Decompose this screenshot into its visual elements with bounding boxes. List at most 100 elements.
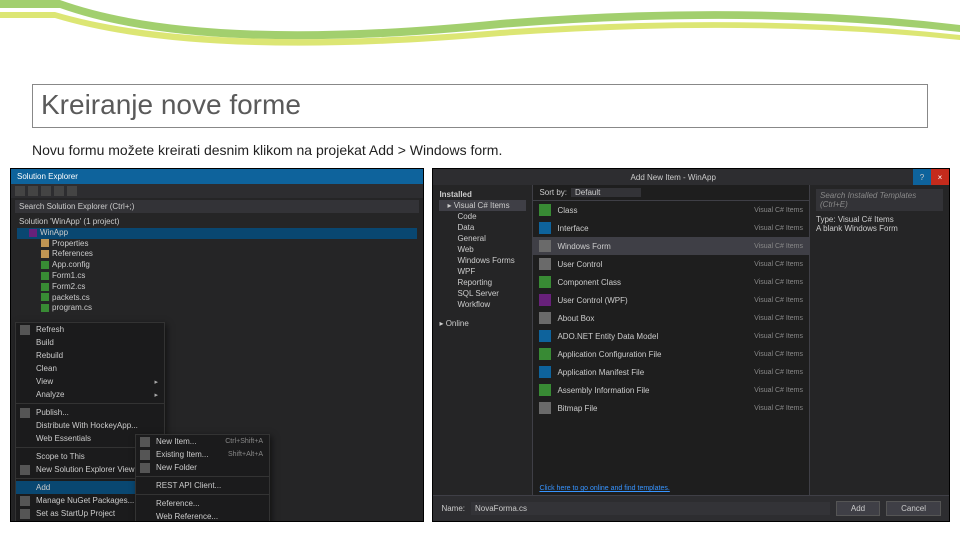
template-icon [539, 348, 551, 360]
tree-project[interactable]: WinApp [17, 228, 417, 239]
template-icon [539, 312, 551, 324]
dialog-footer: Name: NovaForma.cs Add Cancel [433, 495, 949, 521]
menu-item-rest-api-client-[interactable]: REST API Client... [136, 479, 269, 492]
name-label: Name: [441, 504, 465, 513]
cat-code[interactable]: Code [439, 211, 526, 222]
menu-item-publish-[interactable]: Publish... [16, 406, 164, 419]
type-value: Visual C# Items [838, 215, 894, 224]
menu-item-new-item-[interactable]: New Item...Ctrl+Shift+A [136, 435, 269, 448]
template-icon [539, 222, 551, 234]
cs-icon [41, 304, 49, 312]
template-windows-form[interactable]: Windows FormVisual C# Items [533, 237, 809, 255]
cs-icon [41, 293, 49, 301]
cat-root[interactable]: ▸ Visual C# Items [439, 200, 526, 211]
cat-general[interactable]: General [439, 233, 526, 244]
help-button[interactable]: ? [913, 169, 931, 185]
tree-item[interactable]: App.config [17, 260, 417, 271]
newview-icon [20, 465, 30, 475]
menu-item-build[interactable]: Build [16, 336, 164, 349]
toolbar-btn[interactable] [28, 186, 38, 196]
template-assembly-information-file[interactable]: Assembly Information FileVisual C# Items [533, 381, 809, 399]
cat-online[interactable]: ▸ Online [439, 318, 526, 329]
toolbar-btn[interactable] [15, 186, 25, 196]
cat-windows-forms[interactable]: Windows Forms [439, 255, 526, 266]
menu-item-refresh[interactable]: Refresh [16, 323, 164, 336]
cat-reporting[interactable]: Reporting [439, 277, 526, 288]
tree-item[interactable]: program.cs [17, 303, 417, 314]
template-ado-net-entity-data-model[interactable]: ADO.NET Entity Data ModelVisual C# Items [533, 327, 809, 345]
template-about-box[interactable]: About BoxVisual C# Items [533, 309, 809, 327]
template-component-class[interactable]: Component ClassVisual C# Items [533, 273, 809, 291]
template-user-control-wpf-[interactable]: User Control (WPF)Visual C# Items [533, 291, 809, 309]
slide-subtitle: Novu formu možete kreirati desnim klikom… [32, 142, 502, 158]
tree-solution[interactable]: Solution 'WinApp' (1 project) [17, 217, 417, 228]
template-bitmap-file[interactable]: Bitmap FileVisual C# Items [533, 399, 809, 417]
template-icon [539, 366, 551, 378]
template-icon [539, 384, 551, 396]
menu-item-existing-item-[interactable]: Existing Item...Shift+Alt+A [136, 448, 269, 461]
template-application-configuration-file[interactable]: Application Configuration FileVisual C# … [533, 345, 809, 363]
solution-explorer-toolbar [11, 184, 423, 198]
toolbar-btn[interactable] [41, 186, 51, 196]
menu-item-web-reference-[interactable]: Web Reference... [136, 510, 269, 522]
dialog-categories: Installed ▸ Visual C# Items CodeDataGene… [433, 185, 533, 495]
sort-select[interactable]: Default [571, 188, 641, 197]
newitem-icon [140, 437, 150, 447]
toolbar-btn[interactable] [54, 186, 64, 196]
template-desc: A blank Windows Form [816, 224, 943, 233]
slide-title: Kreiranje nove forme [41, 89, 919, 121]
cat-installed[interactable]: Installed [439, 189, 526, 200]
solution-explorer-header: Solution Explorer [11, 169, 423, 184]
template-icon [539, 258, 551, 270]
menu-item-view[interactable]: View▸ [16, 375, 164, 388]
menu-item-analyze[interactable]: Analyze▸ [16, 388, 164, 401]
solution-explorer-title: Solution Explorer [17, 172, 78, 181]
menu-item-clean[interactable]: Clean [16, 362, 164, 375]
template-icon [539, 276, 551, 288]
template-interface[interactable]: InterfaceVisual C# Items [533, 219, 809, 237]
folder-icon [41, 239, 49, 247]
cat-workflow[interactable]: Workflow [439, 299, 526, 310]
dialog-title: Add New Item - WinApp [433, 170, 913, 185]
existitem-icon [140, 450, 150, 460]
template-icon [539, 330, 551, 342]
cat-sql-server[interactable]: SQL Server [439, 288, 526, 299]
tree-item[interactable]: Properties [17, 239, 417, 250]
dialog-preview: Search Installed Templates (Ctrl+E) Type… [809, 185, 949, 495]
close-button[interactable]: × [931, 169, 949, 185]
startup-icon [20, 509, 30, 519]
tree-item[interactable]: packets.cs [17, 293, 417, 304]
template-icon [539, 240, 551, 252]
menu-item-distribute-with-hockeyapp-[interactable]: Distribute With HockeyApp... [16, 419, 164, 432]
menu-item-rebuild[interactable]: Rebuild [16, 349, 164, 362]
type-label: Type: [816, 215, 836, 224]
template-search[interactable]: Search Installed Templates (Ctrl+E) [816, 189, 943, 211]
template-user-control[interactable]: User ControlVisual C# Items [533, 255, 809, 273]
screenshot-left: Solution Explorer Search Solution Explor… [10, 168, 424, 522]
menu-item-new-folder[interactable]: New Folder [136, 461, 269, 474]
online-templates-link[interactable]: Click here to go online and find templat… [533, 482, 809, 495]
add-button[interactable]: Add [836, 501, 880, 516]
cat-wpf[interactable]: WPF [439, 266, 526, 277]
config-icon [41, 261, 49, 269]
cancel-button[interactable]: Cancel [886, 501, 941, 516]
toolbar-btn[interactable] [67, 186, 77, 196]
template-class[interactable]: ClassVisual C# Items [533, 201, 809, 219]
solution-tree: Solution 'WinApp' (1 project) WinApp Pro… [11, 215, 423, 316]
slide-title-box: Kreiranje nove forme [32, 84, 928, 128]
tree-item[interactable]: Form2.cs [17, 282, 417, 293]
cat-web[interactable]: Web [439, 244, 526, 255]
tree-item[interactable]: Form1.cs [17, 271, 417, 282]
cs-icon [41, 272, 49, 280]
cs-icon [41, 283, 49, 291]
menu-item-reference-[interactable]: Reference... [136, 497, 269, 510]
publish-icon [20, 408, 30, 418]
dialog-titlebar: Add New Item - WinApp ? × [433, 169, 949, 185]
folder-icon [140, 463, 150, 473]
cat-data[interactable]: Data [439, 222, 526, 233]
solution-search[interactable]: Search Solution Explorer (Ctrl+;) [15, 200, 419, 213]
template-application-manifest-file[interactable]: Application Manifest FileVisual C# Items [533, 363, 809, 381]
tree-item[interactable]: References [17, 249, 417, 260]
name-input[interactable]: NovaForma.cs [471, 502, 830, 515]
project-icon [29, 229, 37, 237]
